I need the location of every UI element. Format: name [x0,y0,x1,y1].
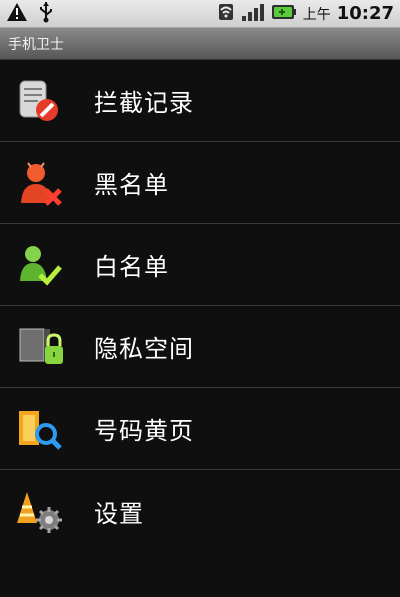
usb-icon [38,1,54,27]
privacy-lock-icon [12,320,66,374]
time-prefix: 上午 [302,6,331,23]
menu-item-label: 拦截记录 [94,89,194,117]
whitelist-icon [12,238,66,292]
clock-time: 10:27 [336,3,394,24]
blacklist-icon [12,156,66,210]
menu-item-whitelist[interactable]: 白名单 [0,224,400,306]
signal-icon [241,2,265,26]
settings-icon [12,484,66,538]
menu-item-label: 设置 [94,499,144,528]
menu-item-label: 隐私空间 [94,335,194,363]
menu-item-label: 白名单 [94,253,169,281]
menu-item-label: 号码黄页 [94,417,194,445]
menu-item-privacy-space[interactable]: 隐私空间 [0,306,400,388]
app-title: 手机卫士 [8,36,64,53]
menu-item-yellow-pages[interactable]: 号码黄页 [0,388,400,470]
battery-icon [271,2,297,26]
menu-item-blacklist[interactable]: 黑名单 [0,142,400,224]
yellow-pages-icon [12,402,66,456]
menu-item-block-log[interactable]: 拦截记录 [0,60,400,142]
menu-item-settings[interactable]: 设置 [0,470,400,552]
main-menu-list: 拦截记录 黑名单 白名单 隐私空间 号码黄页 设置 [0,60,400,552]
app-title-bar: 手机卫士 [0,28,400,60]
block-log-icon [12,74,66,128]
menu-item-label: 黑名单 [94,171,169,199]
warning-icon [6,2,28,26]
wifi-icon [217,2,235,26]
status-bar: 上午 10:27 [0,0,400,28]
